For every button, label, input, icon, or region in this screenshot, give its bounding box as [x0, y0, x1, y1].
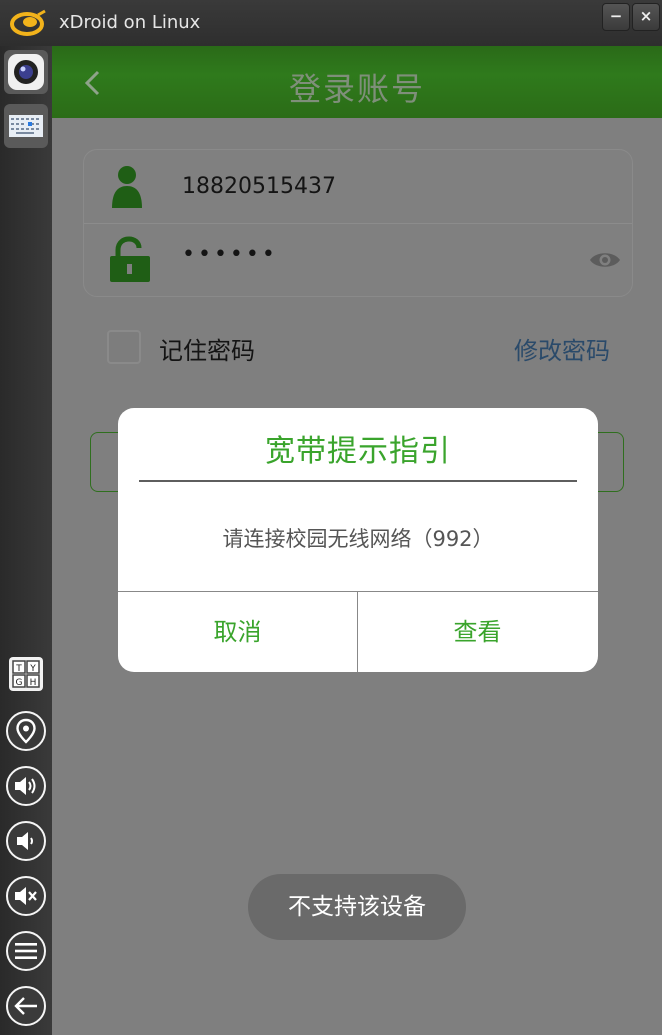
- eye-icon[interactable]: [588, 248, 622, 272]
- dialog-title-divider: [139, 480, 577, 482]
- volume-up-button[interactable]: [6, 766, 46, 806]
- menu-button[interactable]: [6, 931, 46, 971]
- login-card: 18820515437 ••••••: [83, 149, 633, 297]
- keyboard-layout-icon: [9, 115, 43, 137]
- window-titlebar: xDroid on Linux − ×: [0, 0, 662, 46]
- camera-button[interactable]: [4, 50, 48, 94]
- menu-icon: [15, 943, 37, 959]
- minimize-button[interactable]: −: [602, 3, 630, 31]
- location-icon: [16, 718, 36, 744]
- keyboard-layout-button[interactable]: [4, 104, 48, 148]
- back-icon: [14, 997, 37, 1015]
- keymap-button[interactable]: T Y G H: [4, 652, 48, 696]
- keymap-key-t: T: [15, 664, 22, 674]
- back-button[interactable]: [6, 986, 46, 1026]
- mute-icon: [15, 887, 37, 905]
- remember-label: 记住密码: [159, 337, 255, 365]
- page-title: 登录账号: [288, 70, 425, 108]
- dialog-title: 宽带提示指引: [265, 434, 451, 469]
- change-password-link[interactable]: 修改密码: [514, 331, 610, 366]
- keymap-key-g: G: [16, 678, 23, 688]
- card-divider: [84, 223, 632, 224]
- toast-message: 不支持该设备: [248, 874, 466, 940]
- broadband-dialog: 宽带提示指引 请连接校园无线网络（992） 取消 查看: [118, 408, 598, 672]
- close-button[interactable]: ×: [632, 3, 660, 31]
- xdroid-logo-icon: [10, 9, 46, 36]
- android-screen: 登录账号 18820515437 •••••• 记住密码 修改密码 宽带提示指引…: [52, 46, 662, 1035]
- mute-button[interactable]: [6, 876, 46, 916]
- cancel-button[interactable]: 取消: [118, 592, 357, 672]
- keymap-icon: T Y G H: [9, 657, 43, 691]
- keymap-key-y: Y: [29, 664, 36, 674]
- user-icon: [112, 166, 142, 208]
- dialog-message: 请连接校园无线网络（992）: [222, 527, 494, 551]
- keymap-key-h: H: [30, 678, 37, 688]
- unlock-icon: [110, 236, 150, 282]
- app-bar: 登录账号: [52, 46, 662, 118]
- location-button[interactable]: [6, 711, 46, 751]
- camera-icon: [8, 54, 44, 90]
- volume-down-button[interactable]: [6, 821, 46, 861]
- remember-checkbox[interactable]: [107, 330, 141, 364]
- window-title: xDroid on Linux: [59, 12, 201, 33]
- xdroid-sidebar: T Y G H: [0, 46, 52, 1035]
- view-button[interactable]: 查看: [358, 592, 597, 672]
- phone-input[interactable]: 18820515437: [182, 174, 336, 199]
- volume-down-icon: [17, 832, 33, 850]
- volume-up-icon: [15, 777, 36, 795]
- password-input[interactable]: ••••••: [182, 242, 278, 267]
